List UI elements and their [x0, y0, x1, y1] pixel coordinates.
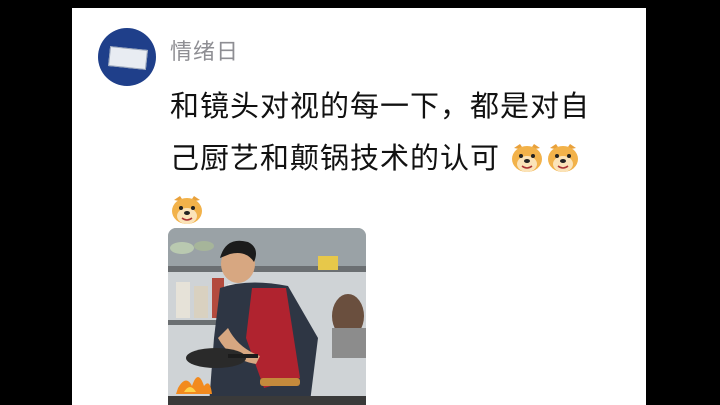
- post-text-line2: 己厨艺和颠锅技术的认可: [170, 141, 501, 175]
- post-text-line1: 和镜头对视的每一下，都是对自: [170, 89, 591, 123]
- doge-emoji-icon: [548, 144, 579, 172]
- cooking-photo[interactable]: [168, 228, 366, 405]
- cooking-photo-illustration: [168, 228, 366, 405]
- username[interactable]: 情绪日: [170, 34, 239, 66]
- doge-emoji-icon: [172, 196, 202, 224]
- avatar-plate: [108, 46, 148, 70]
- post-card: 情绪日 和镜头对视的每一下，都是对自 己厨艺和颠锅技术的认可: [72, 8, 646, 405]
- post-body: 和镜头对视的每一下，都是对自 己厨艺和颠锅技术的认可: [170, 80, 610, 236]
- screen: 情绪日 和镜头对视的每一下，都是对自 己厨艺和颠锅技术的认可: [0, 0, 720, 405]
- profile-avatar-icon[interactable]: [98, 28, 156, 86]
- doge-emoji-icon: [512, 144, 543, 172]
